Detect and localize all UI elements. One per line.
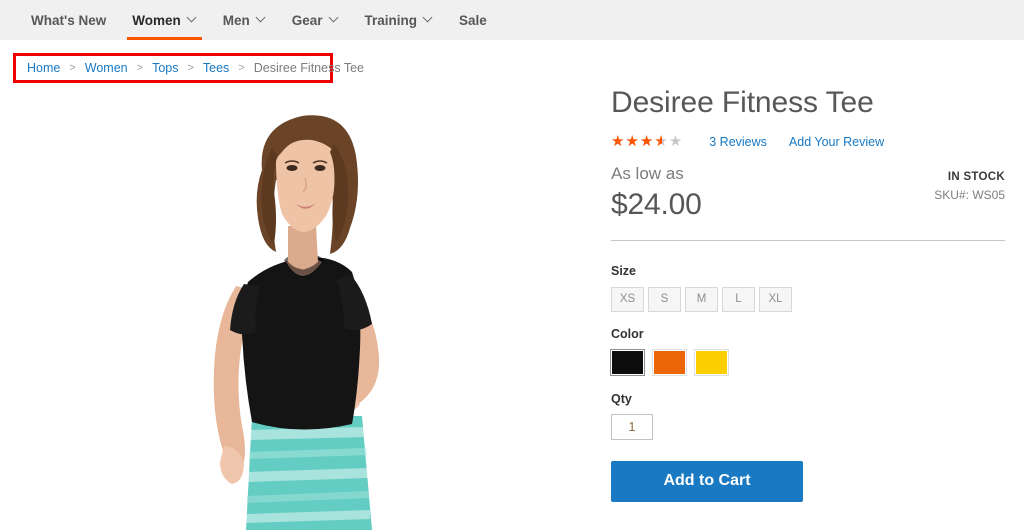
- qty-label: Qty: [611, 391, 632, 406]
- breadcrumb-item-current: Desiree Fitness Tee: [253, 61, 364, 75]
- nav-item-label: What's New: [31, 12, 107, 28]
- color-swatch-yellow[interactable]: [694, 348, 729, 376]
- nav-item-label: Women: [132, 12, 181, 28]
- chevron-down-icon: [188, 14, 197, 23]
- chevron-down-icon: [424, 14, 433, 23]
- section-divider: [611, 239, 1005, 241]
- price-block: As low as $24.00: [611, 163, 702, 222]
- product-image[interactable]: [0, 86, 600, 530]
- breadcrumb-separator: >: [69, 62, 76, 74]
- color-swatch-row: [610, 348, 1005, 376]
- nav-item-label: Sale: [459, 12, 487, 28]
- nav-item-label: Men: [222, 12, 250, 28]
- star-rating-filled: ★★★★★: [611, 134, 662, 149]
- add-review-link[interactable]: Add Your Review: [789, 135, 884, 149]
- size-swatch-s[interactable]: S: [648, 286, 681, 312]
- nav-item-sale[interactable]: Sale: [446, 0, 500, 40]
- chevron-down-icon: [257, 14, 266, 23]
- product-page-body: Desiree Fitness Tee ★★★★★ ★★★★★ 3 Review…: [0, 86, 1024, 530]
- quantity-input[interactable]: [611, 413, 653, 440]
- nav-item-whats-new[interactable]: What's New: [18, 0, 119, 40]
- breadcrumb: Home > Women > Tops > Tees > Desiree Fit…: [13, 53, 364, 83]
- product-photo-illustration: [0, 86, 600, 530]
- color-option-group: Color: [610, 326, 1005, 376]
- price-label: As low as: [611, 163, 684, 183]
- size-label: Size: [611, 263, 637, 278]
- nav-item-gear[interactable]: Gear: [279, 0, 352, 40]
- color-swatch-black[interactable]: [610, 348, 645, 376]
- nav-item-men[interactable]: Men: [210, 0, 279, 40]
- rating-row: ★★★★★ ★★★★★ 3 Reviews Add Your Review: [611, 133, 1005, 151]
- star-rating[interactable]: ★★★★★ ★★★★★: [611, 134, 683, 149]
- size-swatch-l[interactable]: L: [722, 286, 755, 312]
- breadcrumb-item-women[interactable]: Women: [85, 61, 128, 75]
- qty-group: Qty: [611, 392, 1005, 440]
- breadcrumb-item-tees[interactable]: Tees: [203, 61, 229, 75]
- color-label: Color: [611, 326, 644, 341]
- size-swatch-m[interactable]: M: [685, 286, 718, 312]
- breadcrumb-separator: >: [187, 62, 194, 74]
- add-to-cart-button[interactable]: Add to Cart: [611, 460, 803, 502]
- nav-item-label: Gear: [291, 12, 323, 28]
- status-badge: IN STOCK: [947, 170, 1005, 183]
- chevron-down-icon: [330, 14, 339, 23]
- size-swatch-xs[interactable]: XS: [611, 286, 644, 312]
- breadcrumb-item-tops[interactable]: Tops: [152, 61, 178, 75]
- product-sku: SKU#: WS05: [934, 187, 1005, 202]
- product-price: $24.00: [611, 188, 702, 222]
- nav-item-label: Training: [364, 12, 418, 28]
- size-swatch-xl[interactable]: XL: [759, 286, 792, 312]
- page-title: Desiree Fitness Tee: [611, 86, 874, 119]
- breadcrumb-item-home[interactable]: Home: [27, 61, 60, 75]
- nav-item-training[interactable]: Training: [352, 0, 447, 40]
- breadcrumb-separator: >: [136, 62, 144, 74]
- product-info: Desiree Fitness Tee ★★★★★ ★★★★★ 3 Review…: [600, 86, 1024, 530]
- color-swatch-orange[interactable]: [652, 348, 687, 376]
- stock-block: IN STOCK SKU#: WS05: [934, 165, 1005, 202]
- price-row: As low as $24.00 IN STOCK SKU#: WS05: [611, 163, 1005, 222]
- reviews-link[interactable]: 3 Reviews: [709, 135, 767, 149]
- main-navigation: What's New Women Men Gear Training Sale: [0, 0, 1024, 40]
- size-option-group: Size XS S M L XL: [611, 264, 1005, 312]
- breadcrumb-separator: >: [238, 62, 245, 74]
- nav-item-women[interactable]: Women: [119, 0, 210, 40]
- size-swatch-row: XS S M L XL: [611, 286, 1005, 312]
